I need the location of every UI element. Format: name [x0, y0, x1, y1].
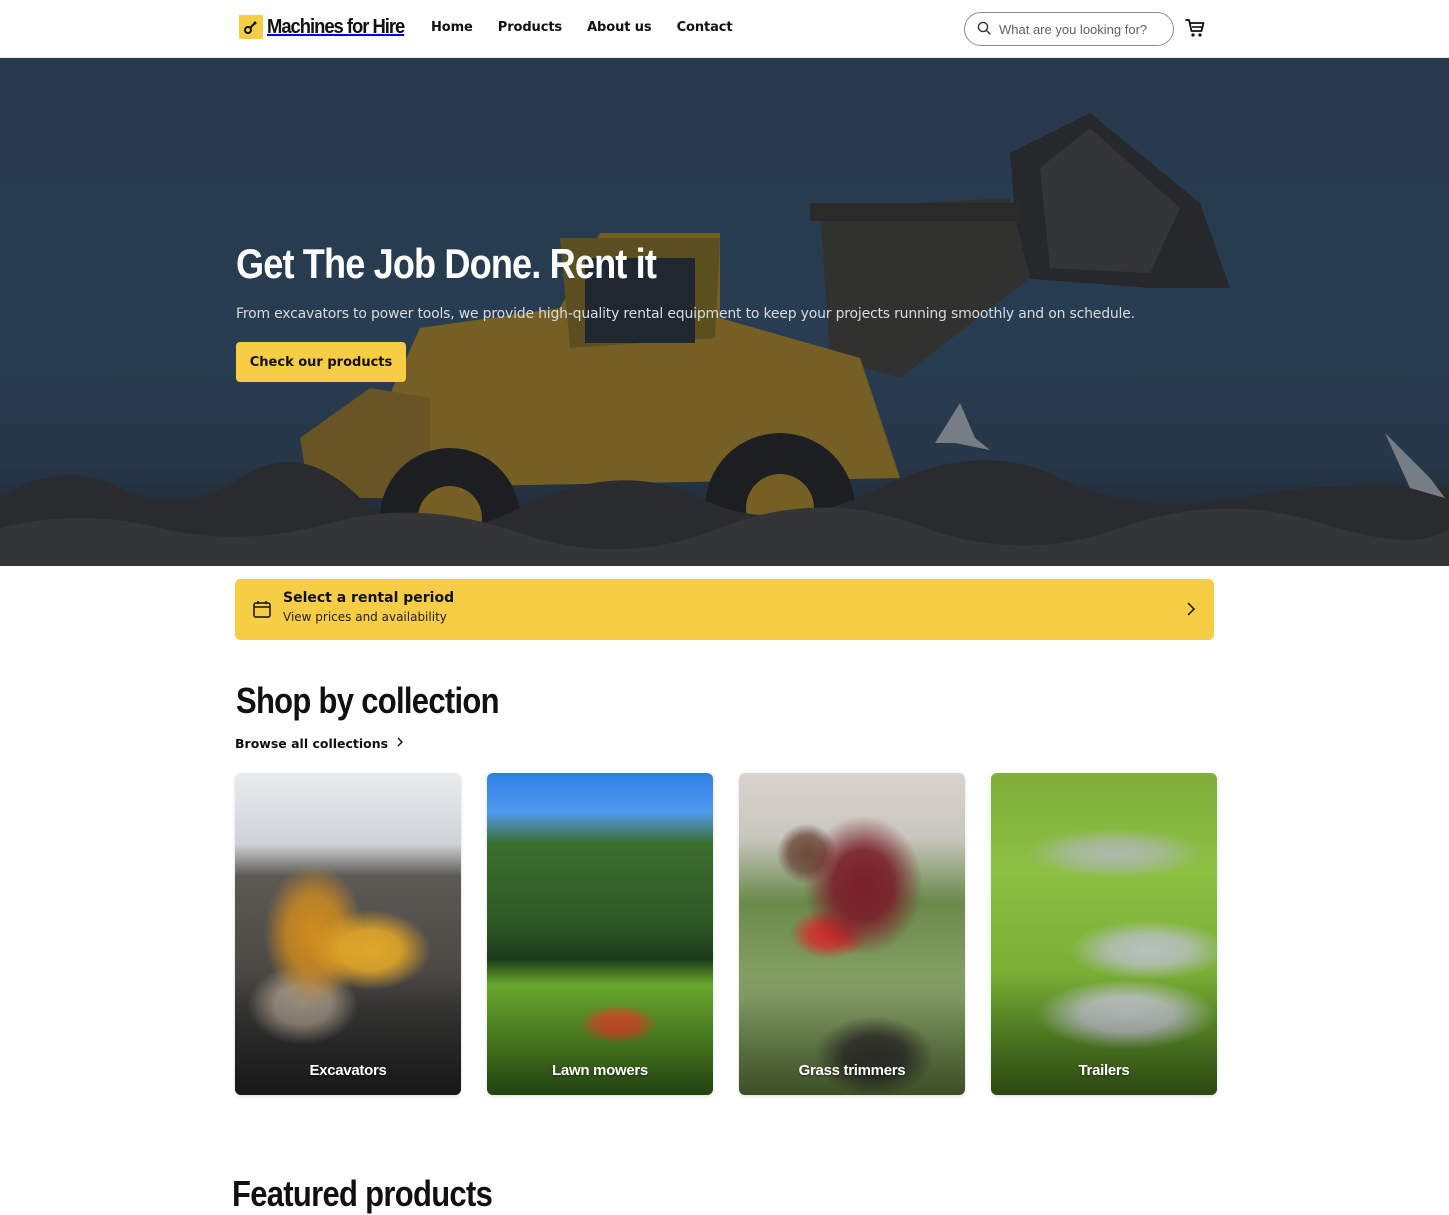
nav-products[interactable]: Products: [498, 20, 562, 35]
chevron-right-icon: [1185, 601, 1197, 617]
brand-logo[interactable]: Machines for Hire: [239, 15, 416, 39]
hero-content: Get The Job Done. Rent it From excavator…: [236, 240, 1135, 382]
main-nav: Home Products About us Contact: [431, 20, 758, 35]
hero-title: Get The Job Done. Rent it: [236, 240, 657, 287]
search-icon: [977, 20, 991, 39]
rental-period-title: Select a rental period: [283, 590, 455, 606]
collection-card-lawn-mowers[interactable]: Lawn mowers: [487, 773, 713, 1095]
featured-products-heading: Featured products: [232, 1173, 493, 1214]
shop-by-collection-heading: Shop by collection: [236, 680, 500, 721]
cart-icon[interactable]: [1184, 17, 1206, 39]
hero-banner: Get The Job Done. Rent it From excavator…: [0, 58, 1449, 566]
collection-card-trailers[interactable]: Trailers: [991, 773, 1217, 1095]
hero-subtitle: From excavators to power tools, we provi…: [236, 306, 1135, 322]
nav-home[interactable]: Home: [431, 20, 473, 35]
rental-period-text: Select a rental period View prices and a…: [283, 590, 454, 624]
site-header: Machines for Hire Home Products About us…: [0, 0, 1449, 58]
rental-period-subtitle: View prices and availability: [283, 610, 447, 624]
collection-label: Excavators: [309, 1062, 387, 1079]
collection-grid: Excavators Lawn mowers Grass trimmers Tr…: [235, 773, 1217, 1095]
collection-card-grass-trimmers[interactable]: Grass trimmers: [739, 773, 965, 1095]
nav-contact[interactable]: Contact: [677, 20, 733, 35]
brand-name: Machines for Hire: [267, 15, 405, 38]
calendar-icon: [252, 599, 272, 619]
collection-label: Grass trimmers: [798, 1062, 906, 1079]
collection-label: Lawn mowers: [552, 1062, 648, 1079]
chevron-right-icon: [388, 736, 404, 751]
browse-all-collections-label: Browse all collections: [235, 736, 389, 751]
key-icon: [239, 15, 263, 39]
check-products-button[interactable]: Check our products: [236, 342, 406, 382]
collection-card-excavators[interactable]: Excavators: [235, 773, 461, 1095]
search-input[interactable]: [999, 21, 1159, 37]
nav-about-us[interactable]: About us: [587, 20, 652, 35]
search-box[interactable]: [964, 12, 1174, 46]
collection-label: Trailers: [1078, 1062, 1130, 1079]
browse-all-collections-link[interactable]: Browse all collections: [235, 736, 404, 751]
rental-period-selector[interactable]: Select a rental period View prices and a…: [235, 579, 1214, 640]
